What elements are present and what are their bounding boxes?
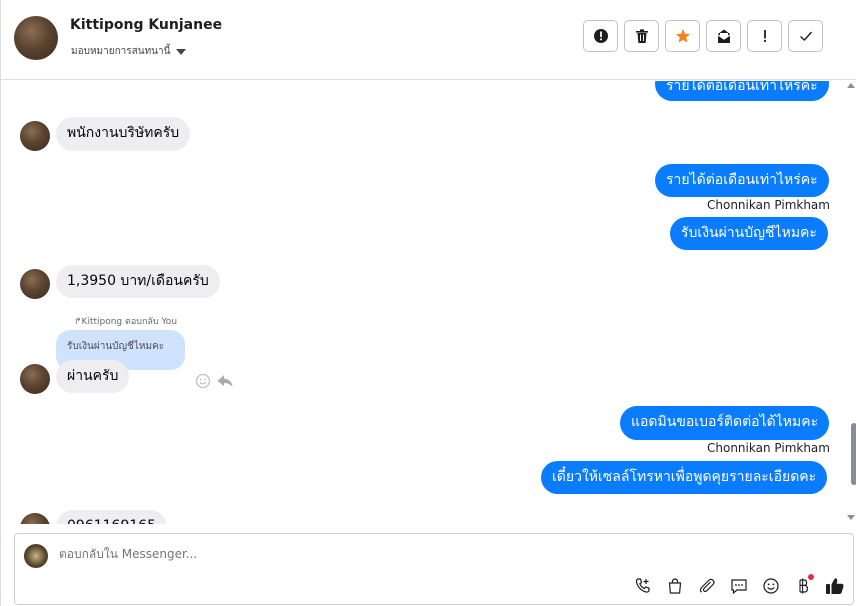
contact-avatar[interactable] (20, 121, 50, 151)
conversation-actions-toolbar (583, 20, 823, 52)
baht-payment-icon[interactable] (793, 574, 814, 596)
assign-conversation-dropdown[interactable]: มอบหมายการสนทนานี้ (71, 44, 187, 59)
call-icon[interactable] (633, 576, 653, 596)
emoji-icon[interactable] (761, 576, 781, 596)
like-icon[interactable] (825, 576, 845, 596)
mark-done-button[interactable] (788, 20, 823, 52)
contact-avatar[interactable] (20, 269, 50, 299)
composer-toolbar (633, 574, 845, 596)
assign-label: มอบหมายการสนทนานี้ (71, 46, 171, 57)
star-button[interactable] (665, 20, 700, 52)
contact-avatar[interactable] (14, 16, 58, 60)
follow-up-button[interactable] (747, 20, 782, 52)
delete-button[interactable] (624, 20, 659, 52)
message-thread[interactable]: รายได้ต่อเดือนเท่าไหร่คะ พนักงานบริษัทคร… (1, 81, 856, 524)
outgoing-message[interactable]: รายได้ต่อเดือนเท่าไหร่คะ (655, 164, 829, 197)
scrollbar-thumb[interactable] (851, 423, 856, 485)
mark-spam-button[interactable] (583, 20, 618, 52)
star-icon (675, 29, 690, 43)
reply-input[interactable] (59, 547, 459, 561)
attachment-icon[interactable] (697, 576, 717, 596)
incoming-message[interactable]: 1,3950 บาท/เดือนครับ (56, 265, 220, 298)
saved-replies-icon[interactable] (729, 576, 749, 596)
outgoing-message[interactable]: รับเงินผ่านบัญชีไหมคะ (670, 217, 828, 250)
incoming-message[interactable]: พนักงานบริษัทครับ (56, 117, 191, 151)
alert-circle-icon (593, 29, 608, 43)
incoming-message[interactable]: 0961169165 (56, 510, 168, 524)
react-emoji-icon[interactable] (195, 373, 211, 389)
outgoing-message[interactable]: เดี๋ยวให้เซลล์โทรหาเพื่อพูดคุยรายละเอียด… (541, 461, 828, 494)
trash-icon (635, 29, 648, 43)
shop-bag-icon[interactable] (665, 576, 685, 596)
mark-unread-button[interactable] (706, 20, 741, 52)
reply-arrow-icon: ↱ (74, 317, 82, 327)
conversation-header: Kittipong Kunjanee มอบหมายการสนทนานี้ (1, 0, 856, 80)
incoming-message[interactable]: ผ่านครับ (56, 360, 130, 393)
page-avatar (24, 544, 48, 568)
reply-composer (14, 533, 854, 605)
contact-name[interactable]: Kittipong Kunjanee (70, 17, 222, 33)
envelope-icon (717, 29, 730, 43)
caret-down-icon (176, 48, 187, 55)
contact-avatar[interactable] (20, 513, 50, 524)
exclamation-icon (763, 30, 766, 42)
scroll-down-arrow-icon[interactable] (847, 515, 855, 520)
sender-name: Chonnikan Pimkham (707, 198, 830, 212)
sender-name: Chonnikan Pimkham (707, 441, 830, 455)
messenger-conversation: Kittipong Kunjanee มอบหมายการสนทนานี้ รา… (0, 0, 856, 606)
contact-avatar[interactable] (20, 364, 50, 394)
outgoing-message[interactable]: รายได้ต่อเดือนเท่าไหร่คะ (655, 81, 829, 101)
reply-indicator: ↱Kittipong ตอบกลับ You (74, 317, 178, 327)
reply-icon[interactable] (216, 373, 234, 389)
checkmark-icon (799, 31, 812, 41)
notification-dot (808, 574, 814, 580)
outgoing-message[interactable]: แอดมินขอเบอร์ติดต่อได้ไหมคะ (620, 406, 830, 440)
scroll-up-arrow-icon[interactable] (847, 83, 855, 88)
